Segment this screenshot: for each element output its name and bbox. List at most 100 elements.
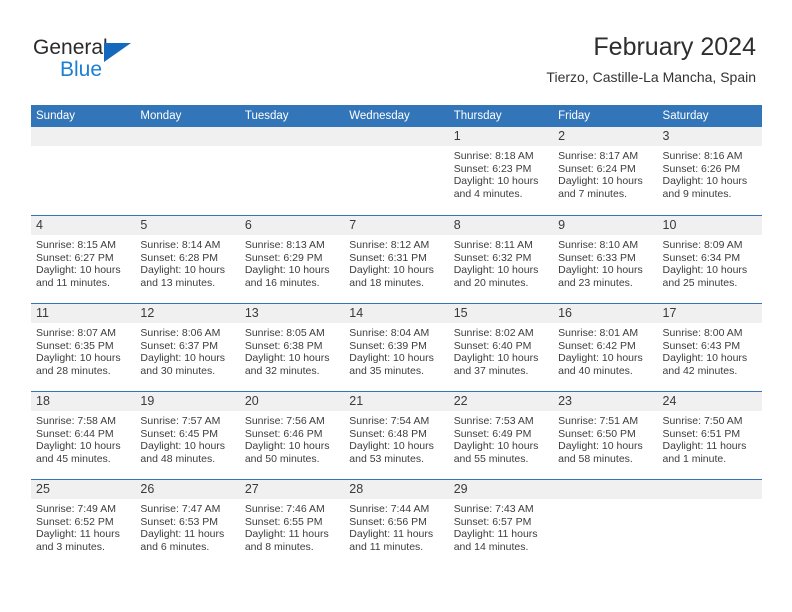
sunset-time: Sunset: 6:43 PM (662, 339, 741, 352)
day-cell[interactable]: 28 Sunrise: 7:44 AM Sunset: 6:56 PM Dayligh… (344, 480, 449, 567)
daylight-duration-line2: and 4 minutes. (453, 187, 523, 200)
day-details: Sunrise: 8:18 AM Sunset: 6:23 PM Daylight:… (449, 146, 553, 200)
sunrise-time: Sunrise: 7:47 AM (140, 503, 221, 515)
day-details: Sunrise: 7:53 AM Sunset: 6:49 PM Daylight:… (449, 411, 553, 465)
day-number-band: 26 (135, 480, 240, 499)
day-number: 13 (244, 306, 259, 320)
day-cell[interactable]: 14 Sunrise: 8:04 AM Sunset: 6:39 PM Dayligh… (344, 304, 449, 391)
sunrise-time: Sunrise: 7:58 AM (36, 415, 116, 427)
day-cell[interactable]: 2 Sunrise: 8:17 AM Sunset: 6:24 PM Daylight… (553, 127, 658, 215)
day-cell[interactable]: 25 Sunrise: 7:49 AM Sunset: 6:52 PM Dayligh… (31, 480, 136, 567)
daylight-duration-line1: Daylight: 10 hours (140, 440, 226, 453)
daylight-duration-line1: Daylight: 10 hours (558, 175, 643, 188)
sunrise-time: Sunrise: 8:04 AM (349, 327, 430, 339)
sunset-time: Sunset: 6:37 PM (140, 339, 219, 352)
daylight-duration-line1: Daylight: 10 hours (349, 352, 434, 365)
day-cell[interactable]: 20 Sunrise: 7:56 AM Sunset: 6:46 PM Dayligh… (239, 392, 345, 479)
day-cell[interactable]: 9 Sunrise: 8:10 AM Sunset: 6:33 PM Daylight… (553, 216, 658, 303)
day-details: Sunrise: 8:10 AM Sunset: 6:33 PM Daylight:… (553, 235, 657, 289)
day-number: 21 (349, 394, 364, 408)
day-cell-empty (135, 127, 240, 215)
sunset-time: Sunset: 6:32 PM (453, 251, 532, 264)
daylight-duration-line1: Daylight: 11 hours (453, 528, 538, 541)
day-cell[interactable]: 6 Sunrise: 8:13 AM Sunset: 6:29 PM Daylight… (239, 216, 345, 303)
day-details: Sunrise: 7:54 AM Sunset: 6:48 PM Daylight:… (344, 411, 448, 465)
day-cell[interactable]: 3 Sunrise: 8:16 AM Sunset: 6:26 PM Daylight… (657, 127, 762, 215)
daylight-duration-line2: and 42 minutes. (662, 364, 738, 377)
day-cell[interactable]: 15 Sunrise: 8:02 AM Sunset: 6:40 PM Dayligh… (448, 304, 554, 391)
day-cell[interactable]: 26 Sunrise: 7:47 AM Sunset: 6:53 PM Dayligh… (135, 480, 240, 567)
day-cell[interactable]: 22 Sunrise: 7:53 AM Sunset: 6:49 PM Dayligh… (448, 392, 554, 479)
day-cell[interactable]: 7 Sunrise: 8:12 AM Sunset: 6:31 PM Daylight… (344, 216, 449, 303)
day-number-band: 6 (239, 216, 345, 235)
day-details: Sunrise: 7:43 AM Sunset: 6:57 PM Daylight:… (449, 499, 553, 553)
generalblue-logo[interactable]: General Blue (33, 36, 233, 88)
weekday-header-monday: Monday (140, 110, 182, 122)
calendar-weeks: 1 Sunrise: 8:18 AM Sunset: 6:23 PM Daylight… (31, 127, 762, 567)
day-cell-empty (344, 127, 449, 215)
day-cell[interactable]: 1 Sunrise: 8:18 AM Sunset: 6:23 PM Daylight… (448, 127, 554, 215)
weekday-header-tuesday: Tuesday (244, 110, 289, 122)
daylight-duration-line1: Daylight: 10 hours (453, 440, 539, 453)
day-number-band: 2 (553, 127, 658, 146)
day-number-band: 9 (553, 216, 658, 235)
sunrise-time: Sunrise: 7:56 AM (244, 415, 325, 427)
daylight-duration-line1: Daylight: 10 hours (662, 175, 748, 188)
sunrise-time: Sunrise: 8:10 AM (558, 239, 639, 251)
day-number: 23 (558, 394, 573, 408)
day-cell[interactable]: 10 Sunrise: 8:09 AM Sunset: 6:34 PM Dayligh… (657, 216, 762, 303)
daylight-duration-line2: and 20 minutes. (453, 276, 529, 289)
day-number-band: 1 (448, 127, 554, 146)
day-cell[interactable]: 18 Sunrise: 7:58 AM Sunset: 6:44 PM Dayligh… (31, 392, 136, 479)
daylight-duration-line2: and 6 minutes. (140, 540, 210, 553)
calendar-week-row: 4 Sunrise: 8:15 AM Sunset: 6:27 PM Daylight… (31, 215, 762, 303)
sunrise-time: Sunrise: 8:00 AM (662, 327, 743, 339)
day-cell[interactable]: 21 Sunrise: 7:54 AM Sunset: 6:48 PM Dayligh… (344, 392, 449, 479)
day-cell[interactable]: 19 Sunrise: 7:57 AM Sunset: 6:45 PM Dayligh… (135, 392, 240, 479)
day-details: Sunrise: 8:13 AM Sunset: 6:29 PM Daylight:… (240, 235, 344, 289)
day-number: 17 (662, 306, 677, 320)
sunset-time: Sunset: 6:28 PM (140, 251, 219, 264)
day-number-band: 27 (239, 480, 345, 499)
daylight-duration-line2: and 35 minutes. (349, 364, 424, 377)
daylight-duration-line1: Daylight: 10 hours (244, 352, 330, 365)
day-cell[interactable]: 27 Sunrise: 7:46 AM Sunset: 6:55 PM Dayligh… (239, 480, 345, 567)
day-number: 28 (349, 482, 364, 496)
day-cell[interactable]: 4 Sunrise: 8:15 AM Sunset: 6:27 PM Daylight… (31, 216, 136, 303)
weekday-header-sunday: Sunday (36, 110, 76, 122)
day-number-band: 15 (448, 304, 554, 323)
day-cell[interactable]: 12 Sunrise: 8:06 AM Sunset: 6:37 PM Dayligh… (135, 304, 240, 391)
day-number-band: 18 (31, 392, 136, 411)
sunset-time: Sunset: 6:44 PM (36, 427, 114, 440)
sunrise-time: Sunrise: 7:57 AM (140, 415, 221, 427)
day-number-band (239, 127, 345, 146)
daylight-duration-line2: and 1 minute. (662, 452, 727, 465)
calendar-grid: Sunday Monday Tuesday Wednesday Thursday… (31, 105, 762, 567)
day-number-band: 5 (135, 216, 240, 235)
day-number-band: 10 (657, 216, 762, 235)
day-cell[interactable]: 8 Sunrise: 8:11 AM Sunset: 6:32 PM Daylight… (448, 216, 554, 303)
day-cell[interactable]: 16 Sunrise: 8:01 AM Sunset: 6:42 PM Dayligh… (553, 304, 658, 391)
sunset-time: Sunset: 6:57 PM (453, 515, 532, 528)
day-cell[interactable]: 13 Sunrise: 8:05 AM Sunset: 6:38 PM Dayligh… (239, 304, 345, 391)
day-details: Sunrise: 7:50 AM Sunset: 6:51 PM Daylight:… (658, 411, 762, 465)
sunrise-time: Sunrise: 7:44 AM (349, 503, 430, 515)
day-cell-empty (553, 480, 658, 567)
daylight-duration-line1: Daylight: 11 hours (36, 528, 120, 541)
day-cell[interactable]: 24 Sunrise: 7:50 AM Sunset: 6:51 PM Dayligh… (657, 392, 762, 479)
day-details: Sunrise: 8:02 AM Sunset: 6:40 PM Daylight:… (449, 323, 553, 377)
sunrise-time: Sunrise: 8:01 AM (558, 327, 639, 339)
sunrise-time: Sunrise: 7:54 AM (349, 415, 430, 427)
day-cell[interactable]: 11 Sunrise: 8:07 AM Sunset: 6:35 PM Dayligh… (31, 304, 136, 391)
day-cell[interactable]: 29 Sunrise: 7:43 AM Sunset: 6:57 PM Dayligh… (448, 480, 554, 567)
day-number-band: 28 (344, 480, 449, 499)
daylight-duration-line2: and 58 minutes. (558, 452, 633, 465)
sunset-time: Sunset: 6:31 PM (349, 251, 427, 264)
daylight-duration-line2: and 13 minutes. (140, 276, 216, 289)
day-number: 4 (36, 218, 43, 232)
sunrise-time: Sunrise: 7:43 AM (453, 503, 534, 515)
day-cell[interactable]: 17 Sunrise: 8:00 AM Sunset: 6:43 PM Dayligh… (657, 304, 762, 391)
day-cell[interactable]: 5 Sunrise: 8:14 AM Sunset: 6:28 PM Daylight… (135, 216, 240, 303)
day-cell[interactable]: 23 Sunrise: 7:51 AM Sunset: 6:50 PM Dayligh… (553, 392, 658, 479)
day-number: 2 (558, 129, 566, 143)
